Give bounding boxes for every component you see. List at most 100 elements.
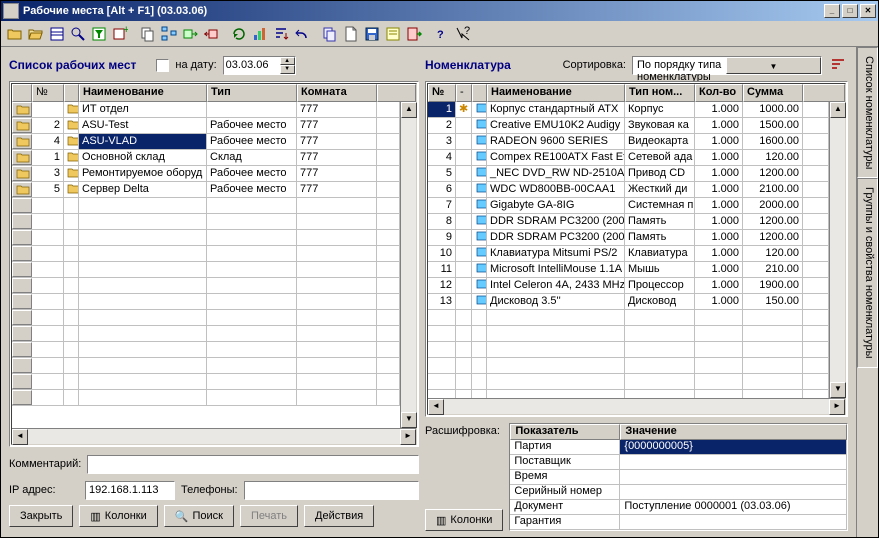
item-icon <box>475 294 487 306</box>
folder-icon <box>16 151 30 163</box>
col-room[interactable]: Комната <box>297 84 377 102</box>
tool-exit-icon[interactable] <box>404 24 424 44</box>
tool-filter-icon[interactable] <box>89 24 109 44</box>
table-row[interactable]: 3RADEON 9600 SERIESВидеокарта1.0001600.0… <box>428 134 829 150</box>
table-row[interactable]: 2ASU-TestРабочее место777 <box>12 118 400 134</box>
table-row[interactable]: 3Ремонтируемое оборудРабочее место777 <box>12 166 400 182</box>
detail-row[interactable]: Серийный номер <box>510 485 847 500</box>
tool-export-icon[interactable] <box>180 24 200 44</box>
date-spin-down[interactable]: ▼ <box>280 65 295 74</box>
tool-tree-icon[interactable] <box>159 24 179 44</box>
table-row[interactable]: 12Intel Celeron 4A, 2433 MHzПроцессор1.0… <box>428 278 829 294</box>
phone-input[interactable] <box>244 481 419 500</box>
rcol-sum[interactable]: Сумма <box>743 84 803 102</box>
rcol-qty[interactable]: Кол-во <box>695 84 743 102</box>
col-name[interactable]: Наименование <box>79 84 207 102</box>
left-vscroll[interactable]: ▲ ▼ <box>400 102 416 428</box>
actions-button[interactable]: Действия <box>304 505 374 527</box>
ip-input[interactable] <box>85 481 175 500</box>
rcol-type[interactable]: Тип ном... <box>625 84 695 102</box>
table-row[interactable]: ИТ отдел777 <box>12 102 400 118</box>
table-row[interactable]: 5Сервер DeltaРабочее место777 <box>12 182 400 198</box>
comment-input[interactable] <box>87 455 419 474</box>
tool-search-icon[interactable] <box>68 24 88 44</box>
detail-row[interactable]: Время <box>510 470 847 485</box>
table-row[interactable]: 1Основной складСклад777 <box>12 150 400 166</box>
rcol-name[interactable]: Наименование <box>487 84 625 102</box>
table-row[interactable]: 1✱Корпус стандартный ATXКорпус1.0001000.… <box>428 102 829 118</box>
tool-save-icon[interactable] <box>362 24 382 44</box>
chevron-down-icon[interactable]: ▼ <box>726 57 821 74</box>
table-row[interactable]: 4ASU-VLADРабочее место777 <box>12 134 400 150</box>
dcol-val[interactable]: Значение <box>620 424 847 440</box>
table-row[interactable]: 5_NEC DVD_RW ND-2510AПривод CD1.0001200.… <box>428 166 829 182</box>
dcol-key[interactable]: Показатель <box>510 424 620 440</box>
maximize-button[interactable]: □ <box>842 4 858 18</box>
detail-grid[interactable]: Показатель Значение Партия{0000000005}По… <box>509 423 848 531</box>
table-row[interactable]: 6WDC WD800BB-00CAA1Жесткий ди1.0002100.0… <box>428 182 829 198</box>
tool-copy-icon[interactable] <box>138 24 158 44</box>
tab-groups-props[interactable]: Группы и свойства номенклатуры <box>857 178 878 368</box>
side-tabs: Список номенклатуры Группы и свойства но… <box>856 47 878 537</box>
tool-doc-icon[interactable] <box>341 24 361 44</box>
close-button[interactable]: Закрыть <box>9 505 73 527</box>
tool-refresh-icon[interactable] <box>229 24 249 44</box>
tool-props-icon[interactable] <box>383 24 403 44</box>
svg-text:?: ? <box>464 26 470 37</box>
date-input[interactable]: ▲▼ <box>223 56 296 75</box>
window-title: Рабочие места [Alt + F1] (03.03.06) <box>23 5 207 17</box>
tab-item-list[interactable]: Список номенклатуры <box>857 47 878 178</box>
tool-context-help-icon[interactable]: ? <box>453 24 473 44</box>
minimize-button[interactable]: _ <box>824 4 840 18</box>
tool-copy2-icon[interactable] <box>320 24 340 44</box>
tool-list-icon[interactable] <box>47 24 67 44</box>
titlebar: Рабочие места [Alt + F1] (03.03.06) _ □ … <box>1 1 878 21</box>
print-button[interactable]: Печать <box>240 505 298 527</box>
table-row[interactable]: 8DDR SDRAM PC3200 (200Память1.0001200.00 <box>428 214 829 230</box>
right-vscroll[interactable]: ▲ ▼ <box>829 102 845 398</box>
close-button[interactable]: ✕ <box>860 4 876 18</box>
rcol-dash[interactable]: - <box>456 84 472 102</box>
sort-apply-icon[interactable] <box>828 55 848 75</box>
detail-row[interactable]: Поставщик <box>510 455 847 470</box>
item-icon <box>475 198 487 210</box>
items-grid[interactable]: № - Наименование Тип ном... Кол-во Сумма… <box>425 81 848 417</box>
tool-folder-icon[interactable] <box>5 24 25 44</box>
tool-help-icon[interactable]: ? <box>432 24 452 44</box>
workplaces-grid[interactable]: № Наименование Тип Комната ИТ отдел7772A… <box>9 81 419 447</box>
table-row[interactable]: 9DDR SDRAM PC3200 (200Память1.0001200.00 <box>428 230 829 246</box>
on-date-checkbox[interactable] <box>156 59 169 72</box>
detail-row[interactable]: ДокументПоступление 0000001 (03.03.06) <box>510 500 847 515</box>
tool-add-icon[interactable]: + <box>110 24 130 44</box>
search-button[interactable]: 🔍Поиск <box>164 505 234 527</box>
tool-import-icon[interactable] <box>201 24 221 44</box>
rcol-num[interactable]: № <box>428 84 456 102</box>
tool-chart-icon[interactable] <box>250 24 270 44</box>
tool-sort-icon[interactable] <box>271 24 291 44</box>
table-row[interactable]: 13Дисковод 3.5''Дисковод1.000150.00 <box>428 294 829 310</box>
table-row[interactable]: 7Gigabyte GA-8IGСистемная п1.0002000.00 <box>428 198 829 214</box>
table-row[interactable]: 10Клавиатура Mitsumi PS/2Клавиатура1.000… <box>428 246 829 262</box>
date-field[interactable] <box>224 57 280 74</box>
tool-open-icon[interactable] <box>26 24 46 44</box>
table-row[interactable]: 2Creative EMU10K2 AudigyЗвуковая ка1.000… <box>428 118 829 134</box>
sort-combo[interactable]: По порядку типа номенклатуры ▼ <box>632 56 822 75</box>
item-icon <box>475 230 487 242</box>
folder-icon <box>16 167 30 179</box>
date-spin-up[interactable]: ▲ <box>280 57 295 66</box>
col-type[interactable]: Тип <box>207 84 297 102</box>
tool-undo-icon[interactable] <box>292 24 312 44</box>
detail-row[interactable]: Партия{0000000005} <box>510 440 847 455</box>
columns-button[interactable]: ▥Колонки <box>79 505 157 527</box>
app-icon <box>3 3 19 19</box>
comment-label: Комментарий: <box>9 458 81 470</box>
item-icon <box>475 102 487 114</box>
table-row[interactable]: 4Compex RE100ATX Fast EtСетевой ада1.000… <box>428 150 829 166</box>
left-hscroll[interactable]: ◄► <box>12 428 416 444</box>
right-hscroll[interactable]: ◄► <box>428 398 845 414</box>
right-columns-button[interactable]: ▥Колонки <box>425 509 503 531</box>
col-num[interactable]: № <box>32 84 64 102</box>
folder-icon <box>16 103 30 115</box>
detail-row[interactable]: Гарантия <box>510 515 847 530</box>
table-row[interactable]: 11Microsoft IntelliMouse 1.1AМышь1.00021… <box>428 262 829 278</box>
